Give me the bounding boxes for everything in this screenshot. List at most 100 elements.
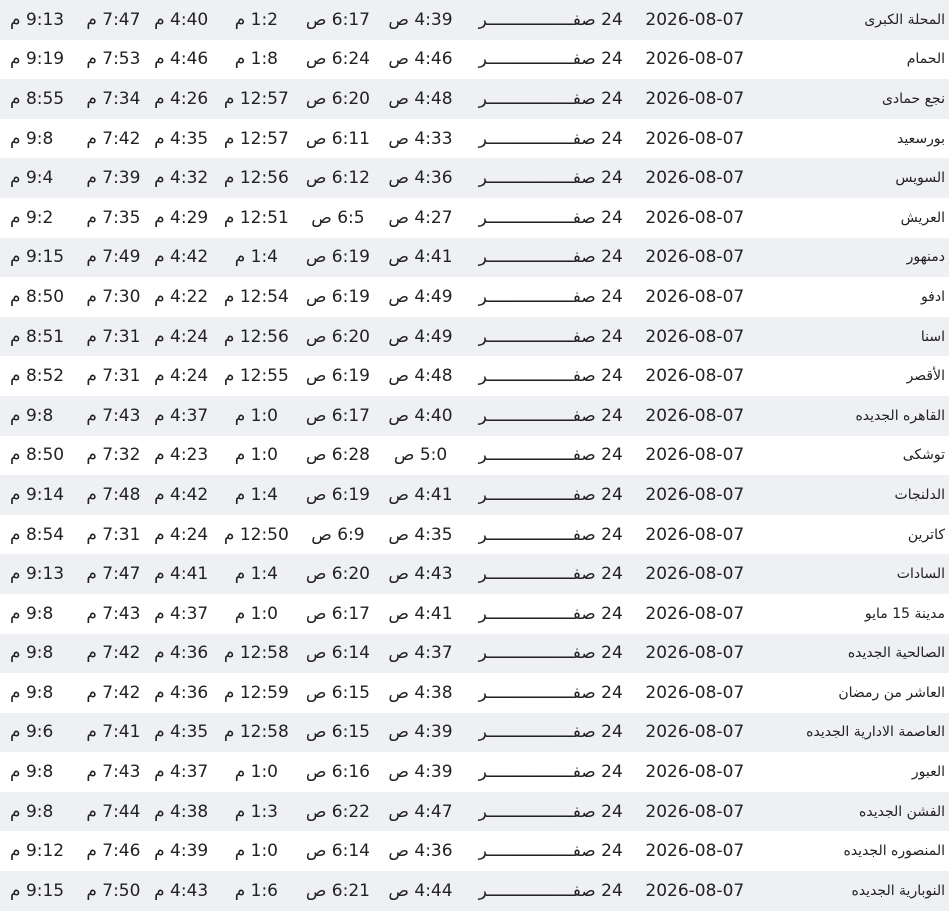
hijri-day: 24	[601, 207, 623, 228]
sunrise-time: 6:16 ص	[305, 762, 370, 783]
hijri-day: 24	[601, 524, 623, 545]
isha-time: 9:8 م	[10, 405, 54, 426]
maghrib-time: 7:50 م	[86, 880, 141, 901]
hijri-date: 24 صفـــــــــــــــــر 1448	[462, 713, 623, 753]
hijri-month: صفـــــــــــــــــر	[478, 801, 596, 822]
hijri-day: 24	[601, 88, 623, 109]
fajr-time: 4:47 ص	[388, 801, 453, 822]
table-row: الحمام 2026-08-07 24 صفـــــــــــــــــ…	[0, 39, 949, 80]
hijri-date: 24 صفـــــــــــــــــر 1448	[462, 594, 623, 634]
table-row: السويس 2026-08-07 24 صفـــــــــــــــــ…	[0, 158, 949, 198]
hijri-date: 24 صفـــــــــــــــــر 1448	[462, 277, 623, 317]
asr-time: 4:37 م	[154, 603, 209, 624]
sunrise-time: 6:24 ص	[305, 49, 370, 70]
sunrise-time: 6:28 ص	[305, 445, 370, 466]
table-row: السادات 2026-08-07 24 صفــــــــــــــــ…	[0, 554, 949, 594]
gregorian-date: 2026-08-07	[645, 445, 745, 466]
hijri-day: 24	[601, 128, 623, 149]
hijri-day: 24	[601, 564, 623, 585]
hijri-date: 24 صفـــــــــــــــــر 1448	[462, 554, 623, 594]
hijri-date: 24 صفـــــــــــــــــر 1448	[462, 356, 623, 396]
gregorian-date: 2026-08-07	[645, 366, 745, 387]
gregorian-date: 2026-08-07	[645, 405, 745, 426]
hijri-month: صفـــــــــــــــــر	[478, 880, 596, 901]
hijri-month: صفـــــــــــــــــر	[478, 9, 596, 30]
gregorian-date: 2026-08-07	[645, 326, 745, 347]
city-name: الصالحية الجديده	[847, 645, 945, 662]
dhuhr-time: 12:59 م	[223, 682, 289, 703]
fajr-time: 4:41 ص	[388, 484, 453, 505]
sunrise-time: 6:21 ص	[305, 880, 370, 901]
dhuhr-time: 1:2 م	[234, 9, 278, 30]
asr-time: 4:24 م	[154, 326, 209, 347]
sunrise-time: 6:19 ص	[305, 247, 370, 268]
city-name: النوبارية الجديده	[851, 882, 945, 899]
fajr-time: 4:39 ص	[388, 762, 453, 783]
maghrib-time: 7:39 م	[86, 168, 141, 189]
asr-time: 4:26 م	[154, 88, 209, 109]
dhuhr-time: 1:3 م	[234, 801, 278, 822]
isha-time: 9:4 م	[10, 168, 54, 189]
hijri-date: 24 صفـــــــــــــــــر 1448	[462, 673, 623, 713]
city-name: الحمام	[906, 51, 945, 68]
asr-time: 4:35 م	[154, 128, 209, 149]
city-name: المنصوره الجديده	[843, 843, 945, 860]
maghrib-time: 7:42 م	[86, 682, 141, 703]
hijri-date: 24 صفـــــــــــــــــر 1448	[462, 831, 623, 871]
gregorian-date: 2026-08-07	[645, 88, 745, 109]
city-name: ادفو	[920, 288, 945, 305]
hijri-month: صفـــــــــــــــــر	[478, 247, 596, 268]
fajr-time: 4:38 ص	[388, 682, 453, 703]
fajr-time: 4:46 ص	[388, 49, 453, 70]
asr-time: 4:42 م	[154, 484, 209, 505]
hijri-date: 24 صفـــــــــــــــــر 1448	[462, 436, 623, 476]
table-row: القاهره الجديده 2026-08-07 24 صفــــــــ…	[0, 395, 949, 436]
city-name: القاهره الجديده	[855, 407, 945, 424]
maghrib-time: 7:46 م	[86, 841, 141, 862]
isha-time: 9:8 م	[10, 643, 54, 664]
isha-time: 9:8 م	[10, 128, 54, 149]
hijri-month: صفـــــــــــــــــر	[478, 603, 596, 624]
table-row: اسنا 2026-08-07 24 صفـــــــــــــــــر …	[0, 316, 949, 357]
maghrib-time: 7:44 م	[86, 801, 141, 822]
sunrise-time: 6:20 ص	[305, 326, 370, 347]
hijri-date: 24 صفـــــــــــــــــر 1448	[462, 79, 623, 119]
city-name: دمنهور	[906, 249, 945, 266]
city-name: نجع حمادى	[881, 90, 945, 107]
sunrise-time: 6:9 ص	[311, 524, 365, 545]
gregorian-date: 2026-08-07	[645, 484, 745, 505]
isha-time: 9:19 م	[10, 49, 65, 70]
dhuhr-time: 1:0 م	[234, 841, 278, 862]
isha-time: 9:2 م	[10, 207, 54, 228]
sunrise-time: 6:11 ص	[305, 128, 370, 149]
hijri-date: 24 صفـــــــــــــــــر 1448	[462, 752, 623, 792]
dhuhr-time: 12:57 م	[223, 128, 289, 149]
table-row: ادفو 2026-08-07 24 صفـــــــــــــــــر …	[0, 277, 949, 317]
hijri-date: 24 صفـــــــــــــــــر 1448	[462, 198, 623, 238]
fajr-time: 4:37 ص	[388, 643, 453, 664]
isha-time: 9:6 م	[10, 722, 54, 743]
maghrib-time: 7:47 م	[86, 564, 141, 585]
city-name: العبور	[911, 764, 945, 781]
hijri-month: صفـــــــــــــــــر	[478, 49, 596, 70]
gregorian-date: 2026-08-07	[645, 524, 745, 545]
fajr-time: 4:27 ص	[388, 207, 453, 228]
table-row: الصالحية الجديده 2026-08-07 24 صفـــــــ…	[0, 633, 949, 674]
sunrise-time: 6:19 ص	[305, 286, 370, 307]
hijri-day: 24	[601, 49, 623, 70]
fajr-time: 4:36 ص	[388, 168, 453, 189]
hijri-month: صفـــــــــــــــــر	[478, 682, 596, 703]
sunrise-time: 6:17 ص	[305, 603, 370, 624]
isha-time: 8:50 م	[10, 445, 65, 466]
hijri-day: 24	[601, 168, 623, 189]
maghrib-time: 7:32 م	[86, 445, 141, 466]
dhuhr-time: 1:0 م	[234, 445, 278, 466]
hijri-date: 24 صفـــــــــــــــــر 1448	[462, 515, 623, 555]
hijri-month: صفـــــــــــــــــر	[478, 405, 596, 426]
hijri-month: صفـــــــــــــــــر	[478, 128, 596, 149]
hijri-day: 24	[601, 326, 623, 347]
dhuhr-time: 1:4 م	[234, 484, 278, 505]
table-row: الأقصر 2026-08-07 24 صفـــــــــــــــــ…	[0, 356, 949, 396]
fajr-time: 4:48 ص	[388, 366, 453, 387]
sunrise-time: 6:15 ص	[305, 682, 370, 703]
